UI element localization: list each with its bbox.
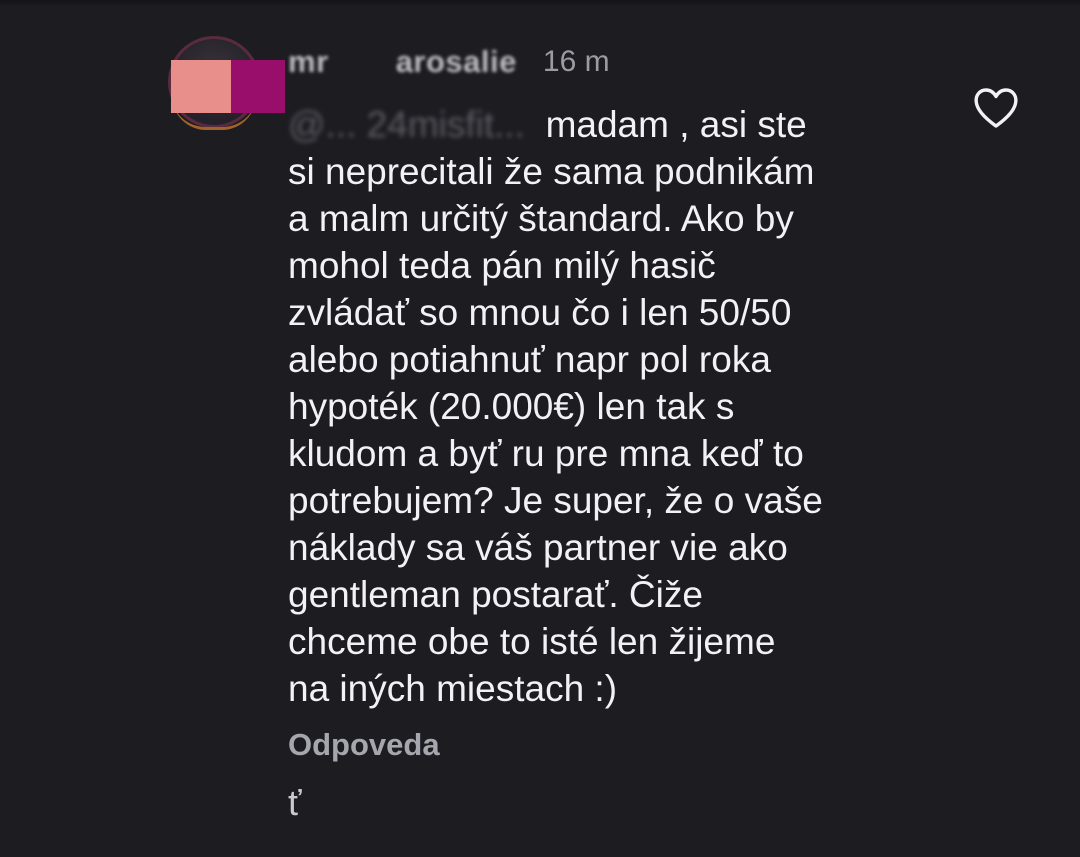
comment-line: hypoték (20.000€) len tak s <box>288 386 735 427</box>
heart-icon <box>974 88 1018 128</box>
username-link[interactable]: mr arosalie <box>288 44 517 80</box>
redaction-right <box>231 60 285 113</box>
comment-line: kludom a byť ru pre mna keď to <box>288 433 804 474</box>
panel-top-edge <box>0 0 1080 6</box>
comment-line: na iných miestach :) <box>288 668 618 709</box>
comment-line: @... 24misfit... madam , asi ste <box>288 101 948 148</box>
comment-text: madam , asi ste <box>545 104 807 145</box>
comment-line: gentleman postarať. Čiže <box>288 574 703 615</box>
cut-off-text: ť <box>288 782 302 823</box>
redaction-left <box>171 60 231 113</box>
comment-line: alebo potiahnuť napr pol roka <box>288 339 771 380</box>
comment-line: si neprecitali že sama podnikám <box>288 151 815 192</box>
comment-panel: mr arosalie 16 m @... 24misfit... madam … <box>0 0 1080 857</box>
comment-line: chceme obe to isté len žijeme <box>288 621 776 662</box>
comment-line: potrebujem? Je super, že o vaše <box>288 480 823 521</box>
like-button[interactable] <box>970 84 1022 132</box>
comment-body: @... 24misfit... madam , asi ste si nepr… <box>288 101 948 712</box>
comment-line: zvládať so mnou čo i len 50/50 <box>288 292 792 333</box>
user-mention[interactable]: @... 24misfit... <box>288 104 525 145</box>
reply-button[interactable]: Odpoveda <box>288 727 440 763</box>
comment-header: mr arosalie 16 m <box>288 40 610 84</box>
redaction-overlay <box>171 60 285 113</box>
comment-line: náklady sa váš partner vie ako <box>288 527 788 568</box>
comment-line: a malm určitý štandard. Ako by <box>288 198 794 239</box>
comment-timestamp: 16 m <box>542 45 610 78</box>
comment-line: mohol teda pán milý hasič <box>288 245 716 286</box>
